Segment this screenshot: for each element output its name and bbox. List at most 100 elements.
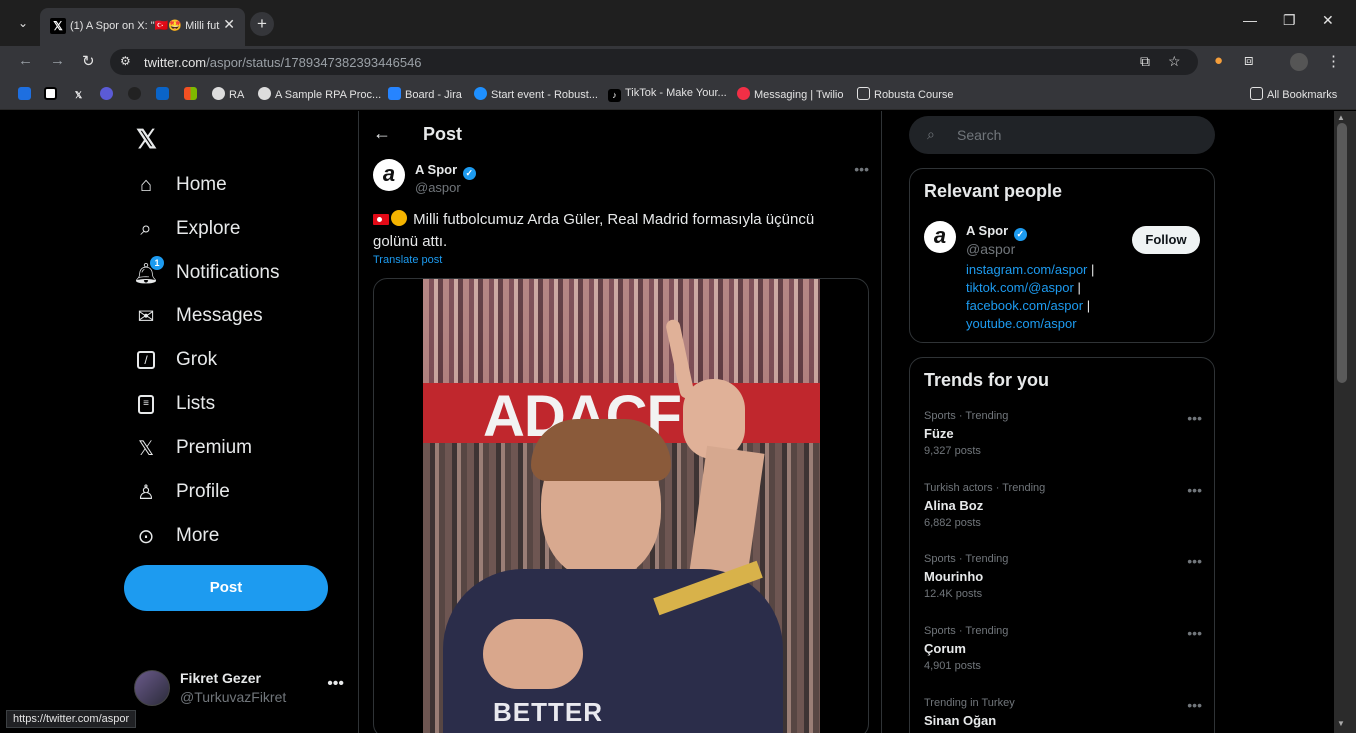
browser-tab[interactable]: 𝕏 (1) A Spor on X: "🇹🇷🤩 Milli futb ✕ [40,8,245,46]
tab-search-dropdown-icon[interactable]: ⌄ [12,13,34,33]
more-icon[interactable]: ••• [327,675,344,693]
trend-more-icon[interactable]: ••• [1187,553,1202,569]
nav-premium[interactable]: 𝕏 Premium [134,430,252,466]
scroll-thumb[interactable] [1337,123,1347,383]
bookmark-jira[interactable]: Board - Jira [388,87,462,101]
relevant-avatar[interactable]: a [924,221,956,253]
bookmark-label: A Sample RPA Proc... [275,89,382,101]
bio-link-instagram[interactable]: instagram.com/aspor | [966,262,1094,277]
bookmark-twilio[interactable]: Messaging | Twilio [737,87,843,101]
page-scrollbar[interactable]: ▲ ▼ [1334,111,1356,733]
media-card[interactable]: ADACF BETTER [373,278,869,733]
trend-item[interactable]: Turkish actors · Trending Alina Boz 6,88… [924,482,1202,529]
back-icon[interactable]: ← [18,52,33,69]
trend-more-icon[interactable]: ••• [1187,697,1202,713]
relevant-handle[interactable]: @aspor [966,241,1015,257]
bio-link-facebook[interactable]: facebook.com/aspor | [966,298,1090,313]
trend-more-icon[interactable]: ••• [1187,410,1202,426]
nav-profile[interactable]: ♙ Profile [134,474,230,510]
trends-panel: Trends for you Sports · Trending Füze 9,… [909,357,1215,733]
status-url-tooltip: https://twitter.com/aspor [6,710,137,728]
nav-home[interactable]: ⌂ Home [134,167,227,203]
bookmark-x-icon[interactable]: 𝕏 [72,87,89,102]
bio-link-youtube[interactable]: youtube.com/aspor [966,316,1077,331]
bio-link-tiktok[interactable]: tiktok.com/@aspor | [966,280,1081,295]
relevant-people-title: Relevant people [924,181,1063,201]
bookmark-ms-icon[interactable] [184,87,201,101]
nav-grok[interactable]: / Grok [134,342,217,378]
grok-icon: / [134,348,158,372]
post-video[interactable]: ADACF BETTER [423,279,820,733]
nav-more[interactable]: ⊙ More [134,518,220,554]
page-title: Post [423,124,463,144]
trend-name: Çorum [924,641,966,656]
bookmark-tiktok[interactable]: ♪ TikTok - Make Your... [608,87,727,102]
trend-item[interactable]: Sports · Trending Mourinho 12.4K posts •… [924,553,1202,600]
trend-meta: Turkish actors · Trending [924,482,1046,494]
trend-item[interactable]: Trending in Turkey Sinan Oğan ••• [924,697,1202,728]
bookmark-icon-4[interactable] [100,87,117,101]
trends-title: Trends for you [924,370,1050,390]
url-text[interactable]: twitter.com/aspor/status/178934738239344… [144,55,422,70]
extension-icon[interactable]: ● [1214,52,1223,69]
nav-label: Home [176,174,227,195]
trend-more-icon[interactable]: ••• [1187,625,1202,641]
author-handle[interactable]: @aspor [415,180,461,195]
nav-lists[interactable]: ≡ Lists [134,386,215,422]
window-close-icon[interactable]: ✕ [1322,12,1334,29]
scroll-down-icon[interactable]: ▼ [1337,719,1345,728]
author-name-text: A Spor [415,162,458,177]
bookmark-start-event[interactable]: Start event - Robust... [474,87,598,101]
nav-messages[interactable]: ✉ Messages [134,298,263,334]
avatar [134,670,170,706]
search-input[interactable] [957,127,1197,143]
account-switcher[interactable]: Fikret Gezer @TurkuvazFikret ••• [134,667,344,711]
bookmark-outlook-icon[interactable] [156,87,173,101]
nav-explore[interactable]: ⌕ Explore [134,211,240,247]
bell-icon: 🔔︎ 1 [133,256,164,285]
install-app-icon[interactable]: ⧉ [1140,53,1150,70]
trend-more-icon[interactable]: ••• [1187,482,1202,498]
post-more-icon[interactable]: ••• [854,161,869,177]
trend-count: 9,327 posts [924,445,981,457]
new-tab-button[interactable]: + [250,12,274,36]
verified-badge-icon: ✓ [1013,228,1027,241]
bookmark-icon-1[interactable] [18,87,35,101]
extensions-puzzle-icon[interactable]: ⧈ [1244,52,1254,69]
restore-icon[interactable]: ❐ [1283,12,1296,29]
site-info-icon[interactable]: ⚙ [120,54,131,68]
bookmark-label: Board - Jira [405,89,462,101]
bookmark-label: Robusta Course [874,89,954,101]
player-hand-on-chest [483,619,583,689]
minimize-icon[interactable]: — [1243,12,1257,28]
bookmark-ra[interactable]: RA [212,87,244,101]
bookmark-icon-2[interactable] [44,87,61,101]
author-name[interactable]: A Spor ✓ [415,162,476,180]
bio-link-text: youtube.com/aspor [966,316,1077,331]
all-bookmarks[interactable]: All Bookmarks [1250,87,1337,101]
author-avatar[interactable]: a [373,159,405,191]
back-arrow-icon[interactable]: ← [373,123,391,144]
browser-menu-icon[interactable]: ⋮ [1326,52,1341,70]
profile-avatar-icon[interactable] [1290,53,1308,71]
address-bar[interactable]: ⚙ twitter.com/aspor/status/1789347382393… [110,49,1198,75]
trend-item[interactable]: Sports · Trending Füze 9,327 posts ••• [924,410,1202,457]
scroll-up-icon[interactable]: ▲ [1337,113,1345,122]
nav-label: Explore [176,218,241,239]
search-box[interactable]: ⌕ [909,116,1215,154]
forward-icon[interactable]: → [50,52,65,69]
post-button[interactable]: Post [124,565,328,611]
translate-post-link[interactable]: Translate post [373,254,442,266]
reload-icon[interactable]: ↻ [82,52,95,70]
nav-notifications[interactable]: 🔔︎ 1 Notifications [133,255,280,291]
bookmark-github-icon[interactable] [128,87,145,101]
x-logo-icon[interactable]: 𝕏 [136,124,157,155]
browser-toolbar: ← → ↻ ⚙ twitter.com/aspor/status/1789347… [0,46,1356,78]
bookmark-robusta[interactable]: Robusta Course [857,87,954,101]
trend-item[interactable]: Sports · Trending Çorum 4,901 posts ••• [924,625,1202,672]
follow-button[interactable]: Follow [1132,226,1200,254]
tab-close-icon[interactable]: ✕ [223,16,235,33]
relevant-name[interactable]: A Spor ✓ [966,223,1027,241]
bookmark-rpa[interactable]: A Sample RPA Proc... [258,87,381,101]
bookmark-star-icon[interactable]: ☆ [1168,53,1181,70]
